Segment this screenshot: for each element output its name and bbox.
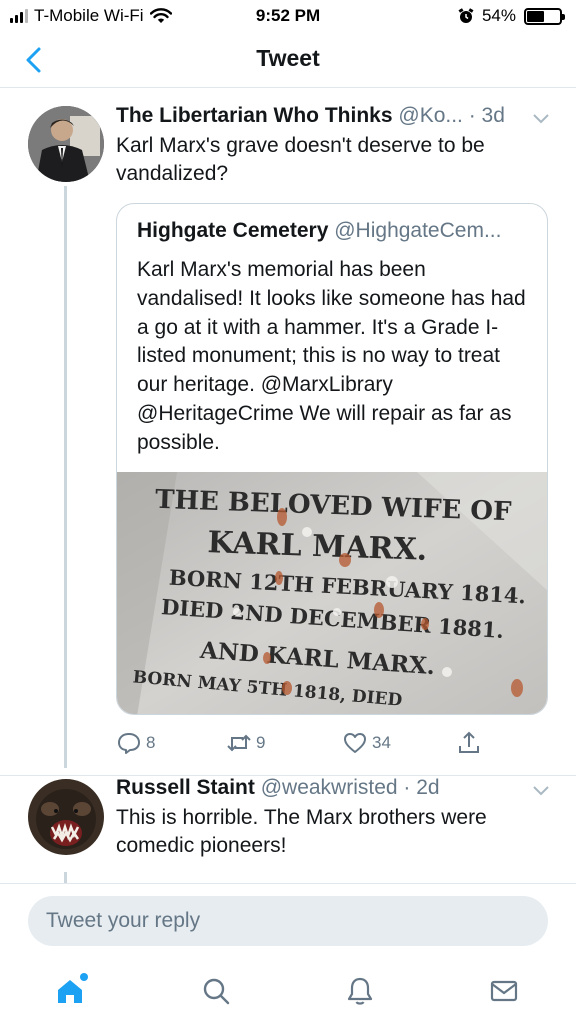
tweet-text: Karl Marx's grave doesn't deserve to be … [116,134,485,185]
author-name[interactable]: Russell Staint [116,776,255,799]
heart-icon [344,733,366,753]
tweet-header: The Libertarian Who Thinks @Ko... · 3d [116,104,556,128]
tweet-reply[interactable]: Russell Staint @weakwristed · 2d This is… [0,775,576,884]
author-handle[interactable]: @Ko... [398,104,463,127]
quoted-author-handle: @HighgateCem... [334,219,502,242]
tweet-time: · 3d [468,104,505,127]
reply-count: 8 [146,733,156,752]
retweet-count: 9 [256,733,266,752]
tweet-main[interactable]: The Libertarian Who Thinks @Ko... · 3d K… [0,0,576,775]
like-button[interactable]: 34 [342,730,391,756]
reply-button[interactable]: 8 [116,730,155,756]
author-name[interactable]: The Libertarian Who Thinks [116,104,393,127]
reply-bar [0,883,576,959]
tweet-header: Russell Staint @weakwristed · 2d [116,776,556,800]
share-icon [459,731,479,753]
tab-bar [0,959,576,1024]
quoted-tweet-text: Karl Marx's memorial has been vandalised… [137,258,526,454]
tweet-time: · 2d [403,776,440,799]
tweet-actions: 8 9 34 [116,730,536,760]
tab-messages[interactable] [484,971,524,1011]
chevron-down-icon[interactable] [532,784,550,796]
quoted-tweet-header: Highgate Cemetery @HighgateCem... [137,219,533,243]
avatar[interactable] [28,106,104,182]
memorial-photo[interactable]: THE BELOVED WIFE OF KARL MARX. BORN 12TH… [117,472,548,715]
reply-icon [118,733,140,754]
messages-icon [490,980,518,1002]
chevron-down-icon[interactable] [532,112,550,124]
reply-input[interactable] [28,896,548,946]
tweet-text: This is horrible. The Marx brothers were… [116,806,487,857]
like-count: 34 [372,733,391,752]
notifications-icon [347,977,373,1005]
retweet-button[interactable]: 9 [226,730,265,756]
tab-search[interactable] [196,971,236,1011]
notification-dot [80,973,88,981]
thread-line [64,186,67,768]
author-handle[interactable]: @weakwristed [261,776,398,799]
avatar[interactable] [28,779,104,855]
tab-notifications[interactable] [340,971,380,1011]
quoted-author-name: Highgate Cemetery [137,219,329,242]
quoted-tweet[interactable]: Highgate Cemetery @HighgateCem... Karl M… [116,203,548,715]
tab-home[interactable] [50,971,90,1011]
retweet-icon [227,734,251,752]
search-icon [203,978,230,1005]
share-button[interactable] [456,730,482,756]
